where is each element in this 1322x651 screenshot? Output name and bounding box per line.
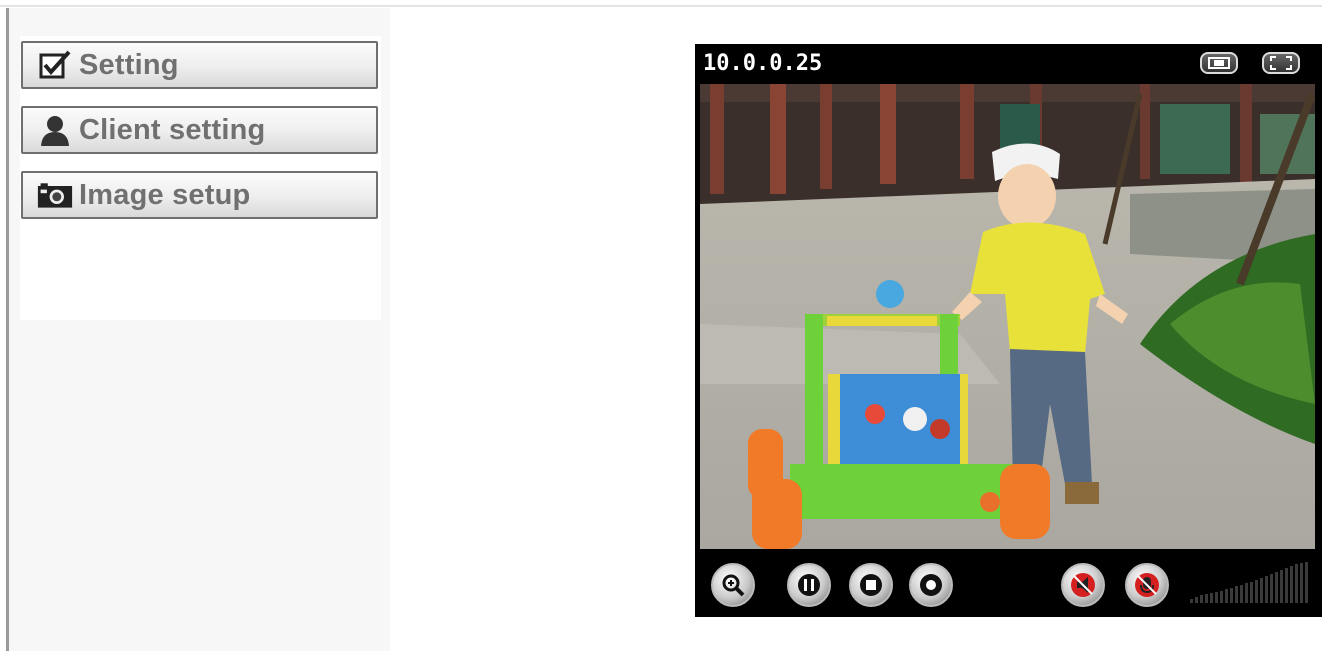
playback-controls xyxy=(695,549,1322,617)
microphone-muted-icon[interactable] xyxy=(1125,563,1169,607)
camera-ip-label: 10.0.0.25 xyxy=(703,51,823,76)
viewer-title-bar: 10.0.0.25 xyxy=(695,44,1322,84)
image-setup-label: Image setup xyxy=(79,178,251,211)
live-video-feed[interactable] xyxy=(700,84,1315,549)
record-icon[interactable] xyxy=(909,563,953,607)
client-setting-label: Client setting xyxy=(79,113,266,146)
video-viewer: 10.0.0.25 xyxy=(695,44,1322,617)
volume-level-icon[interactable] xyxy=(1190,561,1312,605)
image-setup-button[interactable]: Image setup xyxy=(21,171,378,219)
zoom-icon[interactable] xyxy=(711,563,755,607)
pause-icon[interactable] xyxy=(787,563,831,607)
stop-icon[interactable] xyxy=(849,563,893,607)
top-divider xyxy=(0,5,1322,7)
speaker-muted-icon[interactable] xyxy=(1061,563,1105,607)
user-icon xyxy=(37,114,73,146)
fullscreen-icon[interactable] xyxy=(1262,52,1300,74)
camera-icon xyxy=(37,179,73,211)
checkbox-icon xyxy=(37,49,73,81)
setting-button[interactable]: Setting xyxy=(21,41,378,89)
setting-label: Setting xyxy=(79,48,179,81)
window-size-icon[interactable] xyxy=(1200,52,1238,74)
client-setting-button[interactable]: Client setting xyxy=(21,106,378,154)
